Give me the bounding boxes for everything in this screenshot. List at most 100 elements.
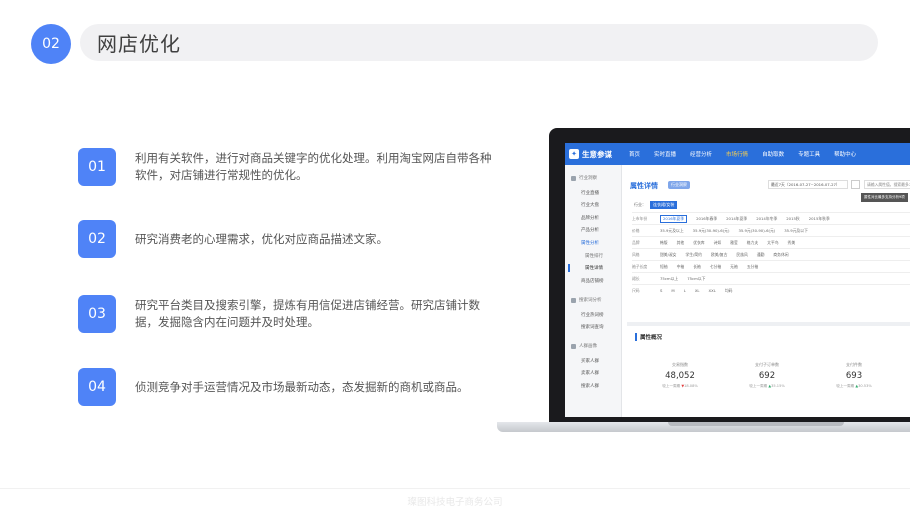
filter-option[interactable]: 2014年夏季 — [726, 216, 747, 222]
sidebar-item[interactable]: 买家人群 — [581, 358, 599, 364]
filter-row: 裙长 75cm以上 75cm以下 — [632, 272, 910, 284]
app-top-nav: ✦ 生意参谋 首页 实时直播 经营分析 市场行情 自助取数 专题工具 帮助中心 — [565, 143, 910, 165]
filter-option[interactable]: 2016年春季 — [696, 216, 717, 222]
sidebar-item[interactable]: 搜索词查询 — [581, 324, 604, 330]
sidebar-item[interactable]: 行业直播 — [581, 190, 599, 196]
section-number-badge: 02 — [31, 24, 71, 64]
sidebar-item[interactable]: 搜索人群 — [581, 383, 599, 389]
app-screenshot: ✦ 生意参谋 首页 实时直播 经营分析 市场行情 自助取数 专题工具 帮助中心 … — [565, 143, 910, 417]
sidebar-item[interactable]: 行业热词榜 — [581, 312, 604, 318]
metric-compare: 较上一周期 ▲35.15% — [749, 384, 785, 388]
filter-option[interactable]: 其他 — [677, 240, 685, 246]
overview-panel: 属性概况 交易指数 48,052 较上一周期 ▼18.08% 支付子订单数 69… — [627, 322, 910, 417]
nav-item-home[interactable]: 首页 — [629, 150, 640, 158]
filter-row: 价格 35.9元及以上 35.9元(30-90)-6(元) 35.9元(30-9… — [632, 224, 910, 236]
filter-option[interactable]: M — [671, 288, 674, 293]
sidebar-item[interactable]: 行业大盘 — [581, 202, 599, 208]
sidebar-item[interactable]: 商品店铺榜 — [581, 278, 604, 284]
filter-option[interactable]: 35.9元(30-90)-6(元) — [693, 228, 730, 234]
metric-value: 692 — [758, 371, 776, 381]
filter-option[interactable]: 秀美 — [788, 240, 796, 246]
item-text: 利用有关软件，进行对商品关键字的优化处理。利用淘宝网店自带各种软件，对店铺进行常… — [135, 151, 492, 182]
filter-option[interactable]: 35.9元及以下 — [784, 228, 808, 234]
nav-item-market[interactable]: 市场行情 — [726, 150, 748, 158]
filter-option[interactable]: 75cm以上 — [660, 276, 678, 282]
filter-option[interactable]: 学生/简约 — [685, 252, 701, 258]
nav-item-live[interactable]: 实时直播 — [654, 150, 676, 158]
metric-paid-items: 支付件数 693 较上一周期 ▲30.53% — [819, 362, 889, 389]
filter-option[interactable]: 欧美/复古 — [711, 252, 727, 258]
list-item-03: 03 研究平台类目及搜索引擎，提炼有用信促进店铺经营。研究店铺计数据，发掘隐含内… — [78, 295, 518, 333]
filter-option[interactable]: 太平鸟 — [767, 240, 778, 246]
nav-item-business[interactable]: 经营分析 — [690, 150, 712, 158]
filter-option[interactable]: 诗如 — [714, 240, 722, 246]
overview-title: 属性概况 — [635, 333, 662, 341]
filter-option[interactable]: 75cm以下 — [687, 276, 705, 282]
sidebar-item[interactable]: 品牌分析 — [581, 215, 599, 221]
filter-option[interactable]: 2015年秋季 — [809, 216, 830, 222]
sidebar-item[interactable]: 属性分析 — [581, 240, 599, 246]
sidebar-group-people: 人群画像 — [571, 343, 597, 349]
filter-option[interactable]: 雅莹 — [730, 240, 738, 246]
filter-option[interactable]: XXL — [709, 288, 716, 293]
attribute-search-input[interactable]: 请输入属性值，搜索最多7个 — [864, 180, 910, 189]
sidebar-active-indicator — [568, 264, 570, 272]
app-main: 属性详情 行业洞察 最近7天（2016-07-27~2016-07-27） 请输… — [627, 165, 910, 417]
filter-row: 风格 甜美/淑女 学生/简约 欧美/复古 民族风 通勤 商务休闲 — [632, 248, 910, 260]
filter-option[interactable]: 均码 — [725, 288, 733, 294]
filter-option[interactable]: 短袖 — [660, 264, 668, 270]
filter-option[interactable]: 35.9元(30-90)-6(元) — [738, 228, 775, 234]
filter-option[interactable]: 优衣库 — [693, 240, 704, 246]
nav-item-tools[interactable]: 专题工具 — [798, 150, 820, 158]
item-text: 研究平台类目及搜索引擎，提炼有用信促进店铺经营。研究店铺计数据，发掘隐含内在问题… — [135, 298, 480, 329]
filter-option[interactable]: 2015秋 — [786, 216, 799, 222]
calendar-icon[interactable] — [851, 180, 860, 189]
filter-option[interactable]: 无袖 — [730, 264, 738, 270]
filter-option[interactable]: 长袖 — [693, 264, 701, 270]
filter-row: 上市年份 2016年夏季 2016年春季 2014年夏季 2014年冬季 201… — [632, 212, 910, 224]
industry-tag[interactable]: 连衣裙/女装 — [650, 201, 678, 209]
metric-label: 支付件数 — [846, 362, 862, 367]
filter-option[interactable]: 2016年夏季 — [660, 214, 688, 223]
nav-item-help[interactable]: 帮助中心 — [834, 150, 856, 158]
list-item-01: 01 利用有关软件，进行对商品关键字的优化处理。利用淘宝网店自带各种软件，对店铺… — [78, 148, 518, 186]
filter-label: 尺码 — [632, 287, 640, 293]
filter-option[interactable]: XL — [695, 288, 700, 293]
item-number: 02 — [78, 220, 116, 258]
filter-label: 价格 — [632, 227, 640, 233]
metric-label: 支付子订单数 — [755, 362, 779, 367]
filter-option[interactable]: 五分袖 — [747, 264, 758, 270]
nav-item-data[interactable]: 自助取数 — [762, 150, 784, 158]
metric-compare: 较上一周期 ▼18.08% — [662, 384, 698, 388]
sidebar-subitem-active[interactable]: 属性详情 — [585, 265, 603, 271]
filter-row: 袖子长度 短袖 中袖 长袖 七分袖 无袖 五分袖 — [632, 260, 910, 272]
filter-option[interactable]: 中袖 — [677, 264, 685, 270]
filter-label: 上市年份 — [632, 215, 648, 221]
filter-option[interactable]: 格力夫 — [747, 240, 758, 246]
item-number: 04 — [78, 368, 116, 406]
item-number: 01 — [78, 148, 116, 186]
content-title: 属性详情 — [630, 182, 658, 190]
date-range-picker[interactable]: 最近7天（2016-07-27~2016-07-27） — [768, 180, 848, 189]
filter-option[interactable]: 通勤 — [757, 252, 765, 258]
filter-option[interactable]: S — [660, 288, 662, 293]
list-item-02: 02 研究消费老的心理需求，优化对应商品描述文家。 — [78, 220, 518, 258]
metric-trade-index: 交易指数 48,052 较上一周期 ▼18.08% — [645, 362, 715, 389]
metric-compare: 较上一周期 ▲30.53% — [836, 384, 872, 388]
logo-mark-icon: ✦ — [569, 149, 579, 159]
metric-label: 交易指数 — [672, 362, 688, 367]
filter-option[interactable]: L — [684, 288, 686, 293]
filter-option[interactable]: 民族风 — [736, 252, 747, 258]
filter-option[interactable]: 甜美/淑女 — [660, 252, 676, 258]
sidebar-subitem[interactable]: 属性排行 — [585, 253, 603, 259]
filter-option[interactable]: 35.9元及以上 — [660, 228, 684, 234]
sidebar-item[interactable]: 产品分析 — [581, 227, 599, 233]
filter-option[interactable]: 商务休闲 — [773, 252, 788, 258]
metric-value: 48,052 — [665, 371, 695, 381]
sidebar-item[interactable]: 卖家人群 — [581, 370, 599, 376]
filter-option[interactable]: 韩版 — [660, 240, 668, 246]
filter-row: 品牌 韩版 其他 优衣库 诗如 雅莹 格力夫 太平鸟 秀美 — [632, 236, 910, 248]
filter-option[interactable]: 七分袖 — [710, 264, 721, 270]
filter-option[interactable]: 2014年冬季 — [756, 216, 777, 222]
sidebar-group-search: 搜索词分析 — [571, 297, 602, 303]
